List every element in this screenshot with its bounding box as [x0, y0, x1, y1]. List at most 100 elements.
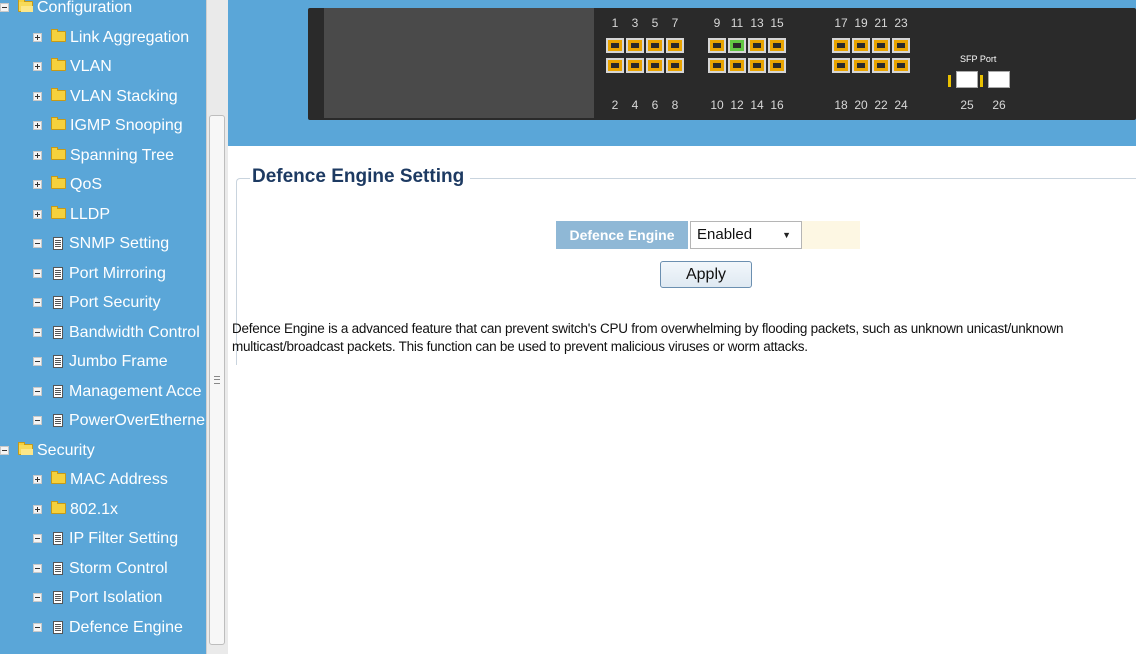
collapse-toggle-icon[interactable]	[33, 268, 42, 278]
sidebar-item-port-isolation[interactable]: Port Isolation	[0, 584, 206, 612]
collapse-toggle-icon[interactable]	[33, 563, 42, 573]
expand-toggle-icon[interactable]	[33, 475, 42, 484]
sfp-port-25[interactable]	[956, 71, 978, 88]
collapse-toggle-icon[interactable]	[33, 534, 42, 543]
sidebar-item-label: IGMP Snooping	[70, 117, 183, 134]
collapse-toggle-icon[interactable]	[33, 416, 42, 425]
port-number-label: 14	[750, 98, 764, 112]
switch-port-14[interactable]	[748, 58, 766, 73]
sfp-port-26[interactable]	[988, 71, 1010, 88]
defence-engine-label: Defence Engine	[556, 221, 688, 249]
sidebar-item-jumbo-frame[interactable]: Jumbo Frame	[0, 348, 206, 376]
sidebar-item-storm-control[interactable]: Storm Control	[0, 555, 206, 583]
port-number-label: 17	[834, 16, 848, 30]
expand-toggle-icon[interactable]	[33, 180, 42, 189]
sidebar-item-label: VLAN	[70, 58, 112, 75]
collapse-toggle-icon[interactable]	[0, 3, 9, 12]
switch-port-18[interactable]	[832, 58, 850, 73]
sidebar-item-configuration[interactable]: Configuration	[0, 0, 206, 22]
scrollbar-thumb[interactable]	[209, 115, 225, 645]
sidebar-item-lldp[interactable]: LLDP	[0, 201, 206, 229]
port-number-label: 3	[631, 16, 639, 30]
expand-toggle-icon[interactable]	[33, 504, 42, 514]
open-folder-icon	[18, 0, 33, 12]
collapse-toggle-icon[interactable]	[33, 622, 42, 632]
sidebar-item-management-acce[interactable]: Management Acce	[0, 378, 206, 406]
document-icon	[53, 620, 63, 634]
sidebar-item-vlan-stacking[interactable]: VLAN Stacking	[0, 83, 206, 111]
port-number-label: 9	[713, 16, 721, 30]
expand-toggle-icon[interactable]	[33, 209, 42, 219]
switch-port-16[interactable]	[768, 58, 786, 73]
folder-icon	[51, 146, 66, 160]
expand-toggle-icon[interactable]	[33, 121, 42, 130]
switch-port-2[interactable]	[606, 58, 624, 73]
main-content: Defence Engine Setting Defence Engine En…	[228, 146, 1136, 654]
switch-port-3[interactable]	[626, 38, 644, 53]
apply-button[interactable]: Apply	[660, 261, 752, 288]
switch-port-4[interactable]	[626, 58, 644, 73]
port-number-label: 5	[651, 16, 659, 30]
sidebar-item-label: Link Aggregation	[70, 28, 190, 46]
expand-toggle-icon[interactable]	[33, 62, 42, 71]
sidebar-item-bandwidth-control[interactable]: Bandwidth Control	[0, 319, 206, 347]
sidebar-item-igmp-snooping[interactable]: IGMP Snooping	[0, 112, 206, 140]
sidebar-item-label: Port Isolation	[69, 589, 163, 606]
switch-port-6[interactable]	[646, 58, 664, 73]
collapse-toggle-icon[interactable]	[33, 239, 42, 248]
sidebar-item-security[interactable]: Security	[0, 437, 206, 465]
switch-port-17[interactable]	[832, 38, 850, 53]
switch-port-5[interactable]	[646, 38, 664, 53]
sidebar-item-spanning-tree[interactable]: Spanning Tree	[0, 142, 206, 170]
sidebar-item-port-security[interactable]: Port Security	[0, 289, 206, 317]
switch-port-1[interactable]	[606, 38, 624, 53]
switch-port-11[interactable]	[728, 38, 746, 53]
defence-engine-select[interactable]: Enabled ▼	[690, 221, 802, 249]
document-icon	[53, 384, 63, 398]
collapse-toggle-icon[interactable]	[33, 593, 42, 602]
folder-icon	[51, 117, 66, 130]
panel-blank-area	[324, 8, 594, 118]
port-number-label: 6	[651, 98, 659, 112]
collapse-toggle-icon[interactable]	[33, 386, 42, 396]
sidebar-item-defence-engine[interactable]: Defence Engine	[0, 614, 206, 642]
sfp-led-icon	[980, 75, 983, 87]
switch-port-8[interactable]	[666, 58, 684, 73]
sidebar-item-poweroveretherne[interactable]: PowerOverEtherne	[0, 407, 206, 435]
switch-port-12[interactable]	[728, 58, 746, 73]
expand-toggle-icon[interactable]	[33, 150, 42, 160]
sidebar-item-qos[interactable]: QoS	[0, 171, 206, 199]
dropdown-arrow-icon: ▼	[782, 230, 791, 240]
switch-port-21[interactable]	[872, 38, 890, 53]
collapse-toggle-icon[interactable]	[33, 298, 42, 307]
sidebar-item-port-mirroring[interactable]: Port Mirroring	[0, 260, 206, 288]
switch-port-10[interactable]	[708, 58, 726, 73]
switch-port-7[interactable]	[666, 38, 684, 53]
port-number-label: 8	[671, 98, 679, 112]
expand-toggle-icon[interactable]	[33, 91, 42, 101]
sidebar-item-link-aggregation[interactable]: Link Aggregation	[0, 24, 206, 52]
switch-port-22[interactable]	[872, 58, 890, 73]
switch-port-15[interactable]	[768, 38, 786, 53]
switch-port-13[interactable]	[748, 38, 766, 53]
sidebar-scrollbar[interactable]	[206, 0, 228, 654]
collapse-toggle-icon[interactable]	[0, 445, 9, 455]
expand-toggle-icon[interactable]	[33, 32, 42, 42]
switch-port-9[interactable]	[708, 38, 726, 53]
switch-port-24[interactable]	[892, 58, 910, 73]
sidebar-item-snmp-setting[interactable]: SNMP Setting	[0, 230, 206, 258]
sidebar-item-mac-address[interactable]: MAC Address	[0, 466, 206, 494]
collapse-toggle-icon[interactable]	[33, 327, 42, 337]
switch-port-20[interactable]	[852, 58, 870, 73]
sidebar-item-label: PowerOverEtherne	[69, 412, 206, 429]
port-number-label: 26	[992, 98, 1006, 112]
sidebar-item-label: Defence Engine	[69, 618, 183, 636]
sidebar-item-802-1x[interactable]: 802.1x	[0, 496, 206, 524]
scrollbar-grip-icon	[214, 376, 220, 384]
switch-port-23[interactable]	[892, 38, 910, 53]
sidebar-item-vlan[interactable]: VLAN	[0, 53, 206, 81]
sidebar-item-ip-filter-setting[interactable]: IP Filter Setting	[0, 525, 206, 553]
port-number-label: 25	[960, 98, 974, 112]
switch-port-19[interactable]	[852, 38, 870, 53]
collapse-toggle-icon[interactable]	[33, 357, 42, 366]
